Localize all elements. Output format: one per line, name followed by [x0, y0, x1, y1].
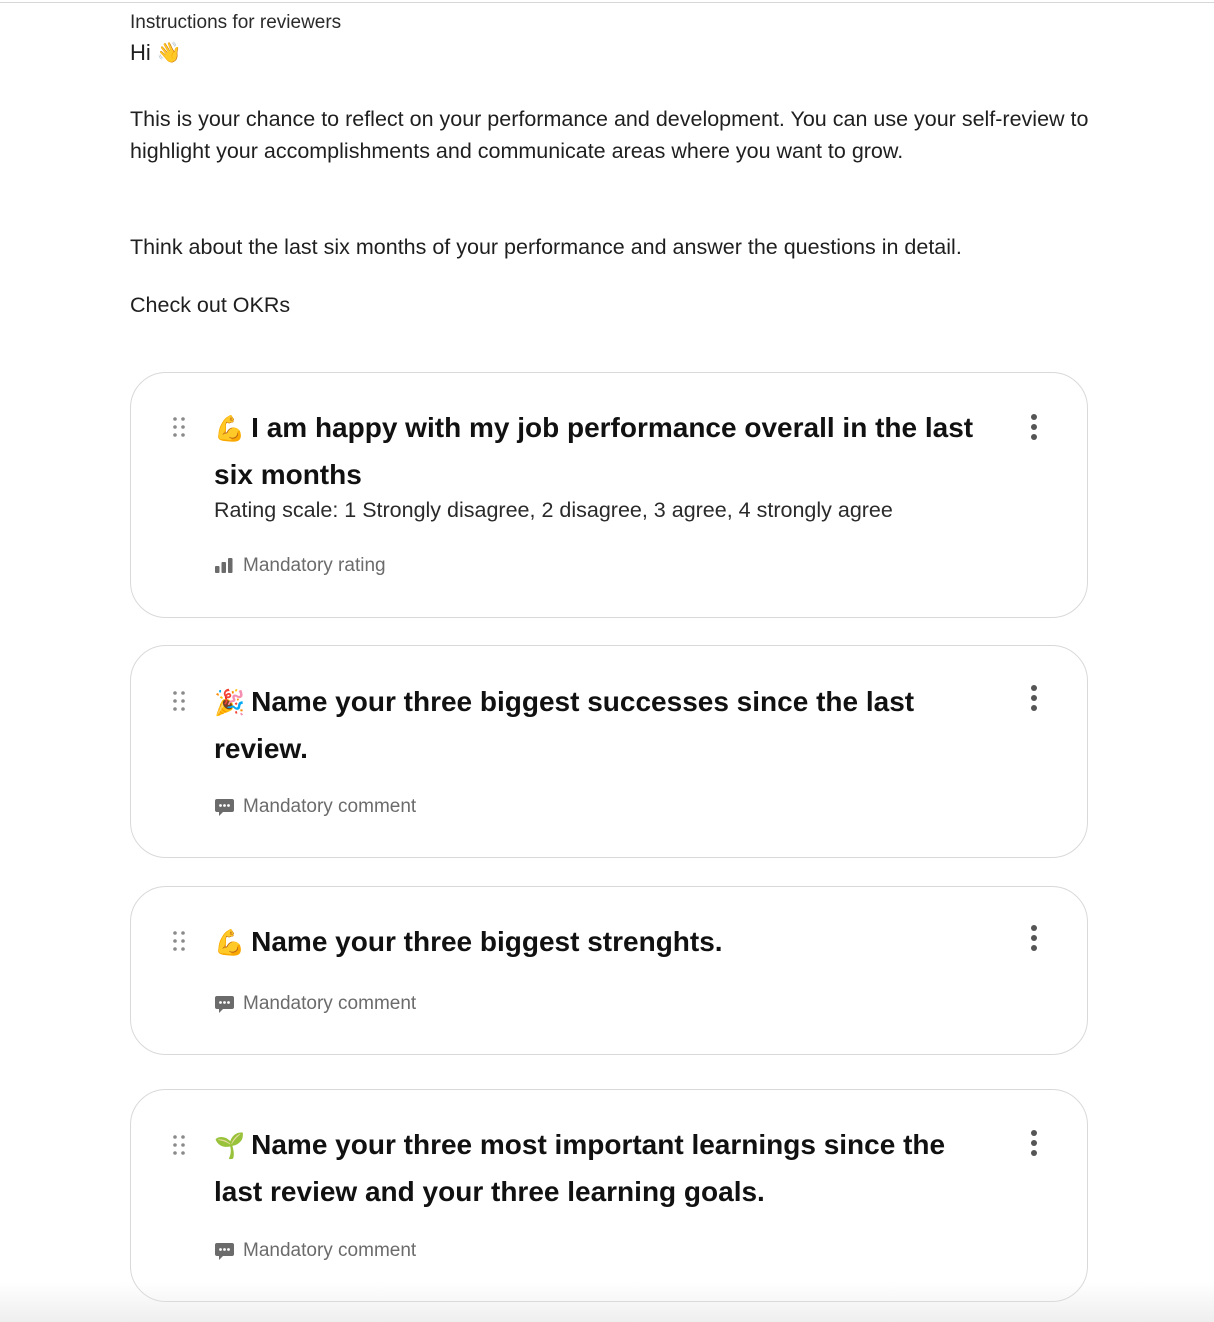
question-type-label: Mandatory comment [243, 993, 417, 1014]
question-description: Rating scale: 1 Strongly disagree, 2 dis… [214, 498, 893, 522]
waving-hand-icon: 👋 [156, 42, 182, 64]
drag-handle-icon[interactable] [171, 1134, 187, 1156]
question-title: 🎉 Name your three biggest successes since… [214, 679, 994, 771]
question-title: 💪 I am happy with my job performance over… [214, 405, 994, 497]
instructions-label: Instructions for reviewers [130, 12, 342, 33]
comment-icon [214, 797, 235, 817]
question-title-text: Name your three most important learnings… [214, 1129, 946, 1207]
comment-icon [214, 994, 235, 1014]
more-options-icon[interactable] [1027, 1129, 1041, 1159]
greeting: Hi 👋 [130, 40, 182, 66]
top-divider [0, 2, 1214, 3]
question-type: Mandatory comment [214, 796, 416, 818]
more-options-icon[interactable] [1027, 924, 1041, 954]
instructions-paragraph: Think about the last six months of your … [130, 235, 962, 259]
greeting-text: Hi [130, 40, 151, 65]
comment-icon [214, 1241, 235, 1261]
question-type-label: Mandatory comment [243, 1240, 417, 1261]
question-type: Mandatory rating [214, 555, 386, 577]
flexed-biceps-icon: 💪 [214, 415, 246, 443]
question-title: 🌱 Name your three most important learning… [214, 1122, 994, 1214]
okrs-link-text: Check out OKRs [130, 293, 291, 317]
question-type-label: Mandatory comment [243, 796, 417, 817]
question-title-text: I am happy with my job performance overa… [214, 412, 974, 490]
question-type: Mandatory comment [214, 993, 416, 1015]
question-card[interactable]: 🎉 Name your three biggest successes since… [130, 645, 1088, 858]
more-options-icon[interactable] [1027, 413, 1041, 443]
flexed-biceps-icon: 💪 [214, 929, 246, 957]
question-card[interactable]: 💪 I am happy with my job performance over… [130, 372, 1088, 618]
question-title-text: Name your three biggest strenghts. [251, 926, 723, 957]
question-type-label: Mandatory rating [243, 555, 386, 576]
instructions-paragraph: This is your chance to reflect on your p… [130, 107, 1089, 163]
more-options-icon[interactable] [1027, 684, 1041, 714]
question-title: 💪 Name your three biggest strenghts. [214, 919, 994, 966]
drag-handle-icon[interactable] [171, 416, 187, 438]
drag-handle-icon[interactable] [171, 930, 187, 952]
party-popper-icon: 🎉 [214, 689, 246, 717]
question-type: Mandatory comment [214, 1240, 416, 1262]
question-card[interactable]: 💪 Name your three biggest strenghts. Mand… [130, 886, 1088, 1055]
drag-handle-icon[interactable] [171, 690, 187, 712]
bar-chart-icon [214, 556, 235, 576]
question-card[interactable]: 🌱 Name your three most important learning… [130, 1089, 1088, 1302]
question-title-text: Name your three biggest successes since … [214, 686, 915, 764]
seedling-icon: 🌱 [214, 1132, 246, 1160]
